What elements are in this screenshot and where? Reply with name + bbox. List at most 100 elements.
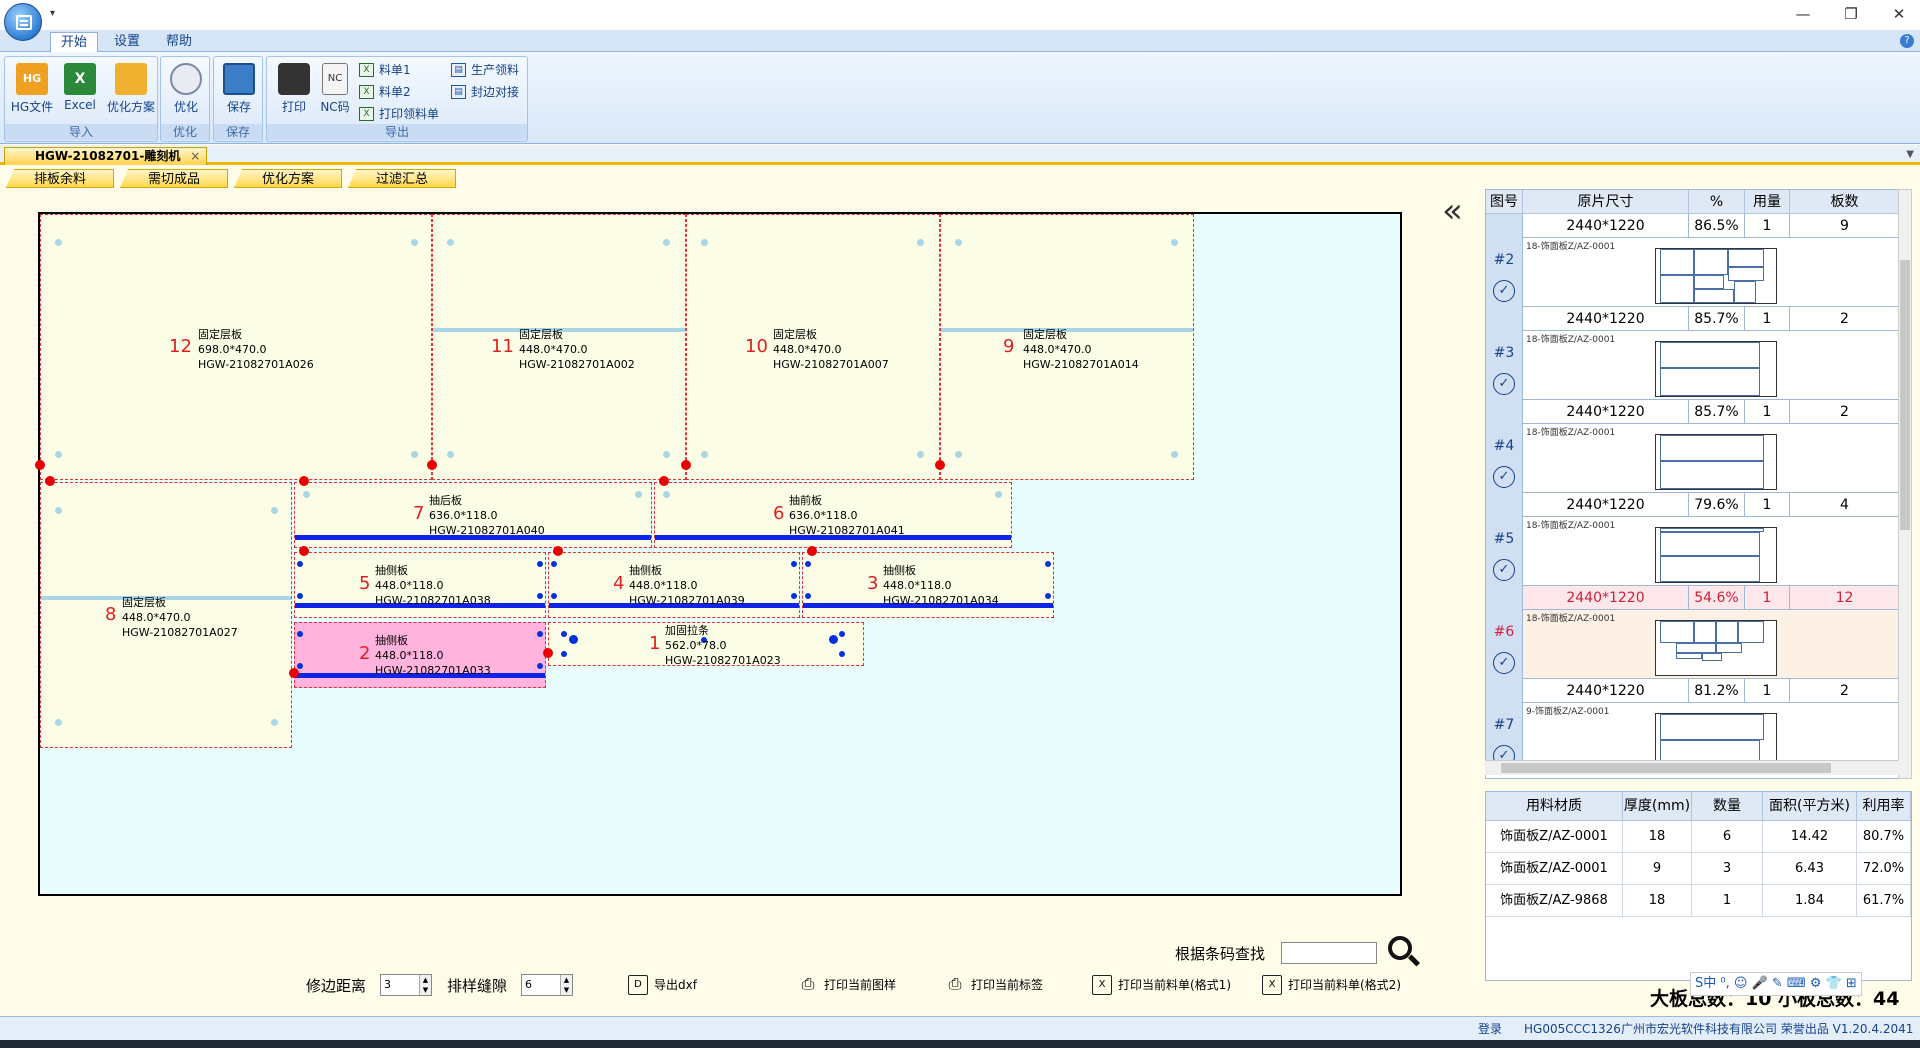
list2-button[interactable]: X 料单2 <box>359 83 411 101</box>
part-3[interactable]: 3 抽侧板 448.0*118.0 HGW-21082701A034 <box>802 552 1054 618</box>
stepper-arrows-icon[interactable]: ▲ ▼ <box>419 975 431 995</box>
plan-table-scrollbar[interactable] <box>1898 189 1912 779</box>
plan-row[interactable]: #4 ✓ 2440*1220 85.7% 1 2 18-饰面板Z/AZ-0001 <box>1486 400 1898 493</box>
layout-gap-stepper[interactable]: 6 ▲ ▼ <box>521 974 573 996</box>
login-status[interactable]: 登录 <box>1478 1017 1502 1041</box>
part-10[interactable]: 10 固定层板 448.0*470.0 HGW-21082701A007 <box>686 214 940 480</box>
excel-button[interactable]: X Excel <box>55 61 105 123</box>
tab-start[interactable]: 开始 <box>50 32 99 52</box>
thumb-part <box>1660 275 1694 303</box>
nesting-canvas[interactable]: 12 固定层板 698.0*470.0 HGW-21082701A026 11 固定… <box>35 212 1402 896</box>
subtab-optimize-plan[interactable]: 优化方案 <box>234 169 342 188</box>
optimize-button[interactable]: 优化 <box>161 61 211 123</box>
print-button[interactable]: 打印 <box>269 61 319 123</box>
print-pattern-button[interactable]: ⎙ 打印当前图样 <box>798 974 896 996</box>
part-8[interactable]: 8 固定层板 448.0*470.0 HGW-21082701A027 <box>40 482 292 748</box>
plan-row[interactable]: #2 ✓ 2440*1220 86.5% 1 9 18-饰面板Z/AZ-0001 <box>1486 214 1898 307</box>
drill-hole <box>561 631 567 637</box>
ime-toolbar[interactable]: S中 ⁰, ☺ 🎤 ✎ ⌨ ⚙ 👕 ⊞ <box>1690 972 1862 996</box>
minimize-button[interactable]: — <box>1788 4 1818 24</box>
hg-file-button[interactable]: HG HG文件 <box>7 61 57 123</box>
hole <box>663 491 670 498</box>
collapse-panel-icon[interactable]: « <box>1442 194 1463 228</box>
check-circle-icon[interactable]: ✓ <box>1493 373 1515 395</box>
drill-hole <box>805 593 811 599</box>
layout-thumbnail[interactable] <box>1655 434 1777 490</box>
part-11[interactable]: 11 固定层板 448.0*470.0 HGW-21082701A002 <box>432 214 686 480</box>
close-tab-icon[interactable]: × <box>190 148 200 165</box>
doc-tab-active[interactable]: HGW-21082701-雕刻机 × <box>4 147 208 165</box>
part-2-selected[interactable]: 2 抽侧板 448.0*118.0 HGW-21082701A033 <box>294 622 546 688</box>
save-button[interactable]: 保存 <box>214 61 264 123</box>
plan-row[interactable]: #3 ✓ 2440*1220 85.7% 1 2 18-饰面板Z/AZ-0001 <box>1486 307 1898 400</box>
part-4[interactable]: 4 抽侧板 448.0*118.0 HGW-21082701A039 <box>548 552 800 618</box>
plan-table-hscrollbar[interactable] <box>1485 760 1899 775</box>
app-menu-button[interactable] <box>4 3 42 41</box>
thumb-part <box>1734 281 1756 303</box>
layout-thumbnail[interactable] <box>1655 341 1777 397</box>
subtab-cut-products[interactable]: 需切成品 <box>120 169 228 188</box>
drill-hole <box>569 635 578 644</box>
part-7[interactable]: 7 抽后板 636.0*118.0 HGW-21082701A040 <box>294 482 652 548</box>
part-9[interactable]: 9 固定层板 448.0*470.0 HGW-21082701A014 <box>940 214 1194 480</box>
quick-access-dropdown[interactable]: ▾ <box>50 8 55 19</box>
print-list-format2-button[interactable]: X 打印当前料单(格式2) <box>1262 974 1401 996</box>
tab-list-dropdown-icon[interactable]: ▼ <box>1906 149 1914 160</box>
close-button[interactable]: ✕ <box>1884 4 1914 24</box>
edge-join-button[interactable]: ▤ 封边对接 <box>451 83 519 101</box>
part-label: 加固拉条 562.0*78.0 HGW-21082701A023 <box>665 624 781 667</box>
scroll-thumb[interactable] <box>1900 260 1910 530</box>
stepper-arrows-icon[interactable]: ▲ ▼ <box>560 975 572 995</box>
nc-code-button[interactable]: NC NC码 <box>315 61 355 123</box>
tab-settings[interactable]: 设置 <box>104 32 150 52</box>
thumb-part <box>1660 249 1694 275</box>
document-icon: ▤ <box>451 85 466 99</box>
row-id-cell: #5 ✓ <box>1486 493 1523 586</box>
part-5[interactable]: 5 抽侧板 448.0*118.0 HGW-21082701A038 <box>294 552 546 618</box>
tab-help[interactable]: 帮助 <box>156 32 202 52</box>
part-label: 抽侧板 448.0*118.0 HGW-21082701A034 <box>883 564 999 607</box>
print-list-format1-button[interactable]: X 打印当前料单(格式1) <box>1092 974 1231 996</box>
layout-thumbnail[interactable] <box>1655 620 1777 676</box>
check-circle-icon[interactable]: ✓ <box>1493 280 1515 302</box>
thumb-part <box>1660 461 1764 489</box>
part-12[interactable]: 12 固定层板 698.0*470.0 HGW-21082701A026 <box>40 214 432 480</box>
subtab-filter-summary[interactable]: 过滤汇总 <box>348 169 456 188</box>
plan-row[interactable]: #5 ✓ 2440*1220 79.6% 1 4 18-饰面板Z/AZ-0001 <box>1486 493 1898 586</box>
search-icon[interactable] <box>1388 936 1412 960</box>
subtab-remnant[interactable]: 排板余料 <box>6 169 114 188</box>
barcode-search-input[interactable] <box>1281 942 1377 964</box>
check-circle-icon[interactable]: ✓ <box>1493 466 1515 488</box>
check-circle-icon[interactable]: ✓ <box>1493 559 1515 581</box>
edge-distance-stepper[interactable]: 3 ▲ ▼ <box>380 974 432 996</box>
maximize-button[interactable]: ❐ <box>1836 4 1866 24</box>
cell-boards: 4 <box>1790 493 1898 517</box>
part-number: 1 <box>649 633 661 654</box>
scroll-thumb[interactable] <box>1501 763 1831 773</box>
production-pick-button[interactable]: ▤ 生产领料 <box>451 61 519 79</box>
layout-thumbnail[interactable] <box>1655 527 1777 583</box>
group-export: 打印 NC NC码 X 料单1 X 料单2 X 打印领料单 ▤ 生产领料 ▤ 封边对接 导… <box>266 56 528 142</box>
hole <box>411 239 418 246</box>
part-6[interactable]: 6 抽前板 636.0*118.0 HGW-21082701A041 <box>654 482 1012 548</box>
layout-thumbnail[interactable] <box>1655 248 1777 304</box>
thumb-part <box>1660 532 1760 556</box>
print-pick-list-button[interactable]: X 打印领料单 <box>359 105 439 123</box>
col-header: 厚度(mm) <box>1623 792 1692 821</box>
part-1[interactable]: 1 加固拉条 562.0*78.0 HGW-21082701A023 <box>548 622 864 667</box>
list1-button[interactable]: X 料单1 <box>359 61 411 79</box>
group-import: HG HG文件 X Excel 优化方案 导入 <box>4 56 158 142</box>
check-circle-icon[interactable]: ✓ <box>1493 652 1515 674</box>
plan-row[interactable]: #7 ✓ 2440*1220 81.2% 1 2 9-饰面板Z/AZ-0001 <box>1486 679 1898 772</box>
group-optimize: 优化 优化 <box>160 56 210 142</box>
printer-icon <box>278 63 310 95</box>
export-dxf-button[interactable]: D 导出dxf <box>628 974 697 996</box>
print-label-button[interactable]: ⎙ 打印当前标签 <box>945 974 1043 996</box>
drill-hole <box>537 593 543 599</box>
material-cell: 18 <box>1623 885 1692 917</box>
thumb-part <box>1676 643 1716 653</box>
part-number: 3 <box>867 573 879 594</box>
help-icon[interactable]: ? <box>1900 34 1914 48</box>
plan-button[interactable]: 优化方案 <box>103 61 159 123</box>
plan-row[interactable]: #6 ✓ 2440*1220 54.6% 1 12 18-饰面板Z/AZ-0001 <box>1486 586 1898 679</box>
